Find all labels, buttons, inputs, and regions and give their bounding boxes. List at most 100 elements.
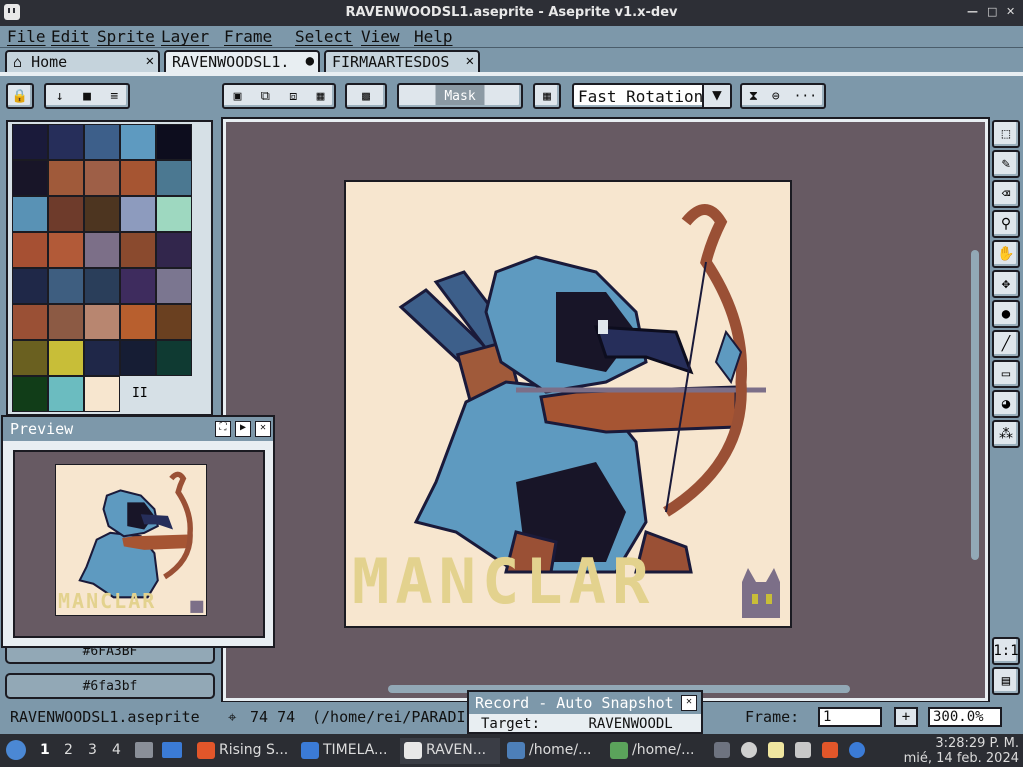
palette-swatch[interactable] [12,160,48,196]
palette-swatch[interactable] [156,268,192,304]
vertical-scrollbar[interactable] [971,250,979,560]
preview-window[interactable]: Preview ⛶ ▶ ✕ MANCLAR [1,415,275,648]
add-selection-icon[interactable]: ⧉ [261,89,270,104]
play-icon[interactable]: ▶ [235,421,251,437]
files-launcher-icon[interactable] [135,742,153,758]
menu-help[interactable]: Help [414,27,453,46]
selection-mode-buttons[interactable]: ▣ ⧉ ⧈ ▦ [222,83,336,109]
pivot-icon[interactable]: ▦ [533,83,561,109]
move-tool-icon[interactable]: ✥ [992,270,1020,298]
sprite-canvas[interactable]: MANCLAR [344,180,792,628]
palette-swatch[interactable] [12,340,48,376]
download-icon[interactable]: ↓ [56,89,64,104]
task-timelapse[interactable]: TIMELA... [297,738,397,764]
eraser-tool-icon[interactable]: ⌫ [992,180,1020,208]
palette-swatch[interactable] [156,304,192,340]
tab-close-icon[interactable]: ✕ [466,53,474,69]
marquee-tool-icon[interactable]: ⬚ [992,120,1020,148]
tab-close-icon[interactable]: ✕ [146,53,154,69]
workspace-2[interactable]: 2 [64,742,73,758]
palette-swatch[interactable] [120,232,156,268]
palette-tools[interactable]: ↓ ■ ≡ [44,83,130,109]
maximize-button[interactable]: □ [987,5,997,18]
palette-swatch[interactable] [84,232,120,268]
fullscreen-icon[interactable]: ⛶ [215,421,231,437]
chevron-down-icon[interactable]: ▼ [702,85,730,107]
task-raven[interactable]: RAVEN... [400,738,500,764]
palette-swatch[interactable] [48,124,84,160]
close-icon[interactable]: ✕ [681,695,697,711]
palette-swatch[interactable] [12,376,48,412]
transform-options[interactable]: ⧗ ⊜ ··· [740,83,826,109]
replace-selection-icon[interactable]: ▣ [234,89,242,104]
task-home-2[interactable]: /home/... [606,738,706,764]
palette-swatch[interactable] [12,304,48,340]
palette-swatch[interactable] [84,340,120,376]
network-icon[interactable] [795,742,811,758]
square-icon[interactable]: ■ [83,89,91,104]
zoom-reset-icon[interactable]: 1:1 [992,637,1020,665]
spray-tool-icon[interactable]: ⁂ [992,420,1020,448]
notification-icon[interactable] [849,742,865,758]
palette-swatch[interactable] [12,196,48,232]
eyedropper-tool-icon[interactable]: ⚲ [992,210,1020,238]
menu-edit[interactable]: Edit [51,27,90,46]
palette-swatch[interactable] [48,376,84,412]
workspace-1[interactable]: 1 [40,742,50,758]
palette-swatch[interactable] [120,304,156,340]
clipboard-icon[interactable] [768,742,784,758]
intersect-selection-icon[interactable]: ▦ [317,89,325,104]
palette-swatch[interactable] [48,268,84,304]
clock[interactable]: 3:28:29 P. M. mié, 14 feb. 2024 [904,736,1019,766]
palette-swatch[interactable] [48,196,84,232]
palette-swatch[interactable] [48,304,84,340]
workspace-3[interactable]: 3 [88,742,97,758]
task-rising[interactable]: Rising S... [193,738,293,764]
tab-modified-icon[interactable]: ● [306,53,314,69]
flip-icon[interactable]: ⧗ [749,89,758,104]
close-window-button[interactable]: ✕ [1006,5,1015,18]
palette-swatch[interactable] [12,232,48,268]
rotate-icon[interactable]: ⊜ [772,89,780,104]
palette-swatch[interactable] [84,124,120,160]
start-menu-icon[interactable] [6,740,26,760]
task-home-1[interactable]: /home/... [503,738,603,764]
palette-swatch[interactable] [120,160,156,196]
bg-color-bar[interactable]: #6fa3bf [5,673,215,699]
palette-swatch[interactable] [12,268,48,304]
tab-firma[interactable]: FIRMAARTESDOS ✕ [324,50,480,72]
tab-home[interactable]: ⌂ Home ✕ [5,50,160,72]
menu-icon[interactable]: ≡ [110,89,118,104]
palette-swatch[interactable] [12,124,48,160]
minimize-button[interactable]: — [967,5,978,18]
palette-swatch[interactable] [84,196,120,232]
more-options-icon[interactable]: ··· [794,89,817,104]
rotation-algorithm-select[interactable]: Fast Rotation ▼ [572,83,732,109]
menu-view[interactable]: View [361,27,400,46]
pencil-tool-icon[interactable]: ✎ [992,150,1020,178]
menu-layer[interactable]: Layer [161,27,209,46]
fill-tool-icon[interactable]: ● [992,300,1020,328]
volume-icon[interactable] [741,742,757,758]
menu-select[interactable]: Select [295,27,353,46]
palette-swatch[interactable] [120,196,156,232]
desktop-launcher-icon[interactable] [162,742,182,758]
frame-input[interactable]: 1 [818,707,882,727]
workspace-4[interactable]: 4 [112,742,121,758]
rectangle-tool-icon[interactable]: ▭ [992,360,1020,388]
palette-swatch[interactable] [84,304,120,340]
palette-swatch[interactable] [156,196,192,232]
add-frame-button[interactable]: + [894,707,918,727]
palette-swatch[interactable] [48,160,84,196]
timeline-icon[interactable]: ▤ [992,667,1020,695]
palette-swatch[interactable] [156,232,192,268]
blur-tool-icon[interactable]: ◕ [992,390,1020,418]
brave-tray-icon[interactable] [822,742,838,758]
palette-swatch[interactable] [156,160,192,196]
palette-swatch[interactable] [120,124,156,160]
palette-swatch[interactable] [48,232,84,268]
mask-color-button[interactable]: Mask [397,83,523,109]
line-tool-icon[interactable]: ╱ [992,330,1020,358]
preview-viewport[interactable]: MANCLAR [13,450,265,638]
eject-icon[interactable] [714,742,730,758]
